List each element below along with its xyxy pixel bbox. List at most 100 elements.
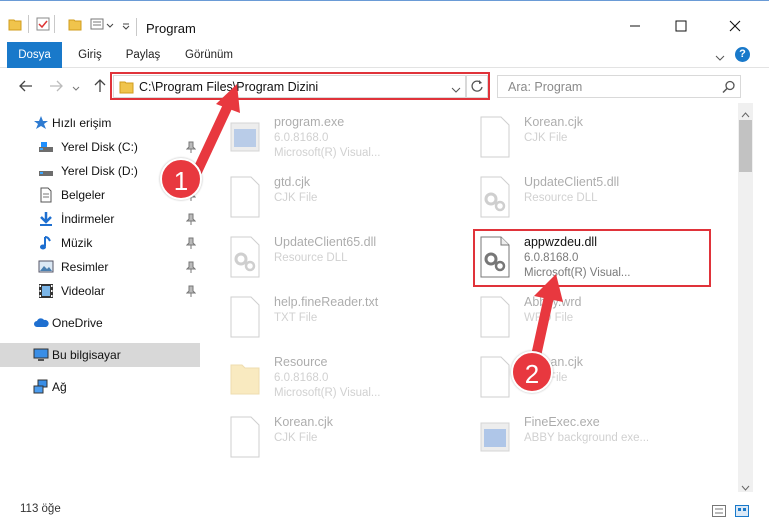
ribbon-tabs: Dosya Giriş Paylaş Görünüm ? [0,42,769,68]
exe-icon [479,415,511,459]
search-input[interactable]: Ara: Program [508,80,582,94]
folder-icon [229,355,261,399]
scroll-up-icon[interactable] [741,107,750,121]
folder-icon [8,17,22,34]
file-item[interactable]: Resource 6.0.8168.0 Microsoft(R) Visual.… [204,349,444,407]
separator [136,18,137,36]
sidebar-item-label: Hızlı erişim [52,116,112,130]
file-item[interactable]: Korean.cjk CJK File [204,409,444,467]
file-name: Korean.cjk [274,415,334,429]
sidebar-item-pictures[interactable]: Resimler [0,255,200,279]
help-icon[interactable]: ? [735,47,750,62]
file-item[interactable]: Abbyy.wrd WRD File [454,289,694,347]
forward-arrow-icon[interactable] [48,78,64,97]
file-detail: Microsoft(R) Visual... [274,387,381,399]
file-item[interactable]: FineExec.exe ABBY background exe... [454,409,694,467]
file-detail: Resource DLL [274,252,348,264]
pin-icon[interactable] [185,261,197,273]
address-row: C:\Program Files\Program Dizini Ara: Pro… [0,69,769,103]
file-item[interactable]: Korean.cjk CJK File [454,109,694,167]
tab-share[interactable]: Paylaş [118,42,168,68]
star-icon [33,115,49,131]
tab-file[interactable]: Dosya [7,42,62,68]
file-list: program.exe 6.0.8168.0 Microsoft(R) Visu… [204,103,738,492]
file-name: UpdateClient5.dll [524,175,620,189]
sidebar-item-quick-access[interactable]: Hızlı erişim [0,111,200,135]
title-bar: Program [0,0,769,40]
vertical-scrollbar[interactable] [738,103,753,492]
sidebar-item-local-disk-c[interactable]: Yerel Disk (C:) [0,135,200,159]
sidebar-item-label: Belgeler [61,188,106,202]
file-item[interactable]: help.fineReader.txt TXT File [204,289,444,347]
sidebar-item-videos[interactable]: Videolar [0,279,200,303]
file-detail: Microsoft(R) Visual... [274,147,381,159]
file-icon [479,295,511,339]
sidebar-item-this-pc[interactable]: Bu bilgisayar [0,343,200,367]
recent-locations-icon[interactable] [72,82,80,96]
file-detail: CJK File [274,432,318,444]
marker-2: 2 [511,351,553,393]
details-view-icon[interactable] [712,505,726,520]
file-icon [229,175,261,219]
sidebar-item-label: Bu bilgisayar [52,348,121,362]
large-icons-view-icon[interactable] [735,505,749,520]
status-bar: 113 öğe [0,500,769,532]
music-icon [38,235,54,251]
maximize-button[interactable] [658,11,704,41]
sidebar-item-downloads[interactable]: İndirmeler [0,207,200,231]
sidebar-item-network[interactable]: Ağ [0,375,200,399]
pin-icon[interactable] [185,213,197,225]
up-arrow-icon[interactable] [92,78,108,97]
file-name: UpdateClient65.dll [274,235,377,249]
file-name: Resource [274,355,328,369]
properties-icon[interactable] [36,17,50,34]
file-item[interactable]: Korean.cjk CJK File [454,349,694,407]
file-detail: ABBY background exe... [524,432,650,444]
file-item[interactable]: gtd.cjk CJK File [204,169,444,227]
close-button[interactable] [712,11,758,41]
scroll-down-icon[interactable] [741,481,750,495]
file-detail: WRD File [524,312,574,324]
minimize-button[interactable] [612,11,658,41]
file-name: Korean.cjk [524,115,584,129]
file-item[interactable]: UpdateClient5.dll Resource DLL [454,169,694,227]
dll-icon [229,235,261,279]
file-item[interactable]: UpdateClient65.dll Resource DLL [204,229,444,287]
pictures-icon [38,259,54,275]
window-title: Program [146,21,196,36]
search-box[interactable]: Ara: Program [497,75,741,98]
file-icon [479,355,511,399]
new-folder-icon[interactable] [68,17,82,34]
videos-icon [38,283,54,299]
sidebar-item-onedrive[interactable]: OneDrive [0,311,200,335]
file-name: Abbyy.wrd [524,295,582,309]
pin-icon[interactable] [185,285,197,297]
marker-1: 1 [160,158,202,200]
pin-icon[interactable] [185,141,197,153]
sidebar-item-music[interactable]: Müzik [0,231,200,255]
file-icon [229,295,261,339]
network-icon [33,379,49,395]
scrollbar-thumb[interactable] [739,120,752,172]
cloud-icon [33,315,49,331]
back-arrow-icon[interactable] [18,78,34,97]
item-count: 113 öğe [20,503,61,515]
file-name: FineExec.exe [524,415,600,429]
downloads-icon [38,211,54,227]
drive-icon [38,163,54,179]
file-item[interactable]: program.exe 6.0.8168.0 Microsoft(R) Visu… [204,109,444,167]
chevron-down-icon[interactable] [106,19,114,33]
search-icon[interactable] [722,80,736,97]
expand-ribbon-icon[interactable] [715,51,725,65]
file-icon [479,115,511,159]
tab-view[interactable]: Görünüm [178,42,240,68]
view-icon[interactable] [90,17,104,34]
sidebar-item-label: Müzik [61,236,93,250]
file-detail: CJK File [274,192,318,204]
file-detail: CJK File [524,132,568,144]
sidebar-item-label: Yerel Disk (C:) [61,140,138,154]
pin-icon[interactable] [185,237,197,249]
customize-toolbar-icon[interactable] [122,20,130,34]
tab-home[interactable]: Giriş [68,42,112,68]
file-icon [229,415,261,459]
